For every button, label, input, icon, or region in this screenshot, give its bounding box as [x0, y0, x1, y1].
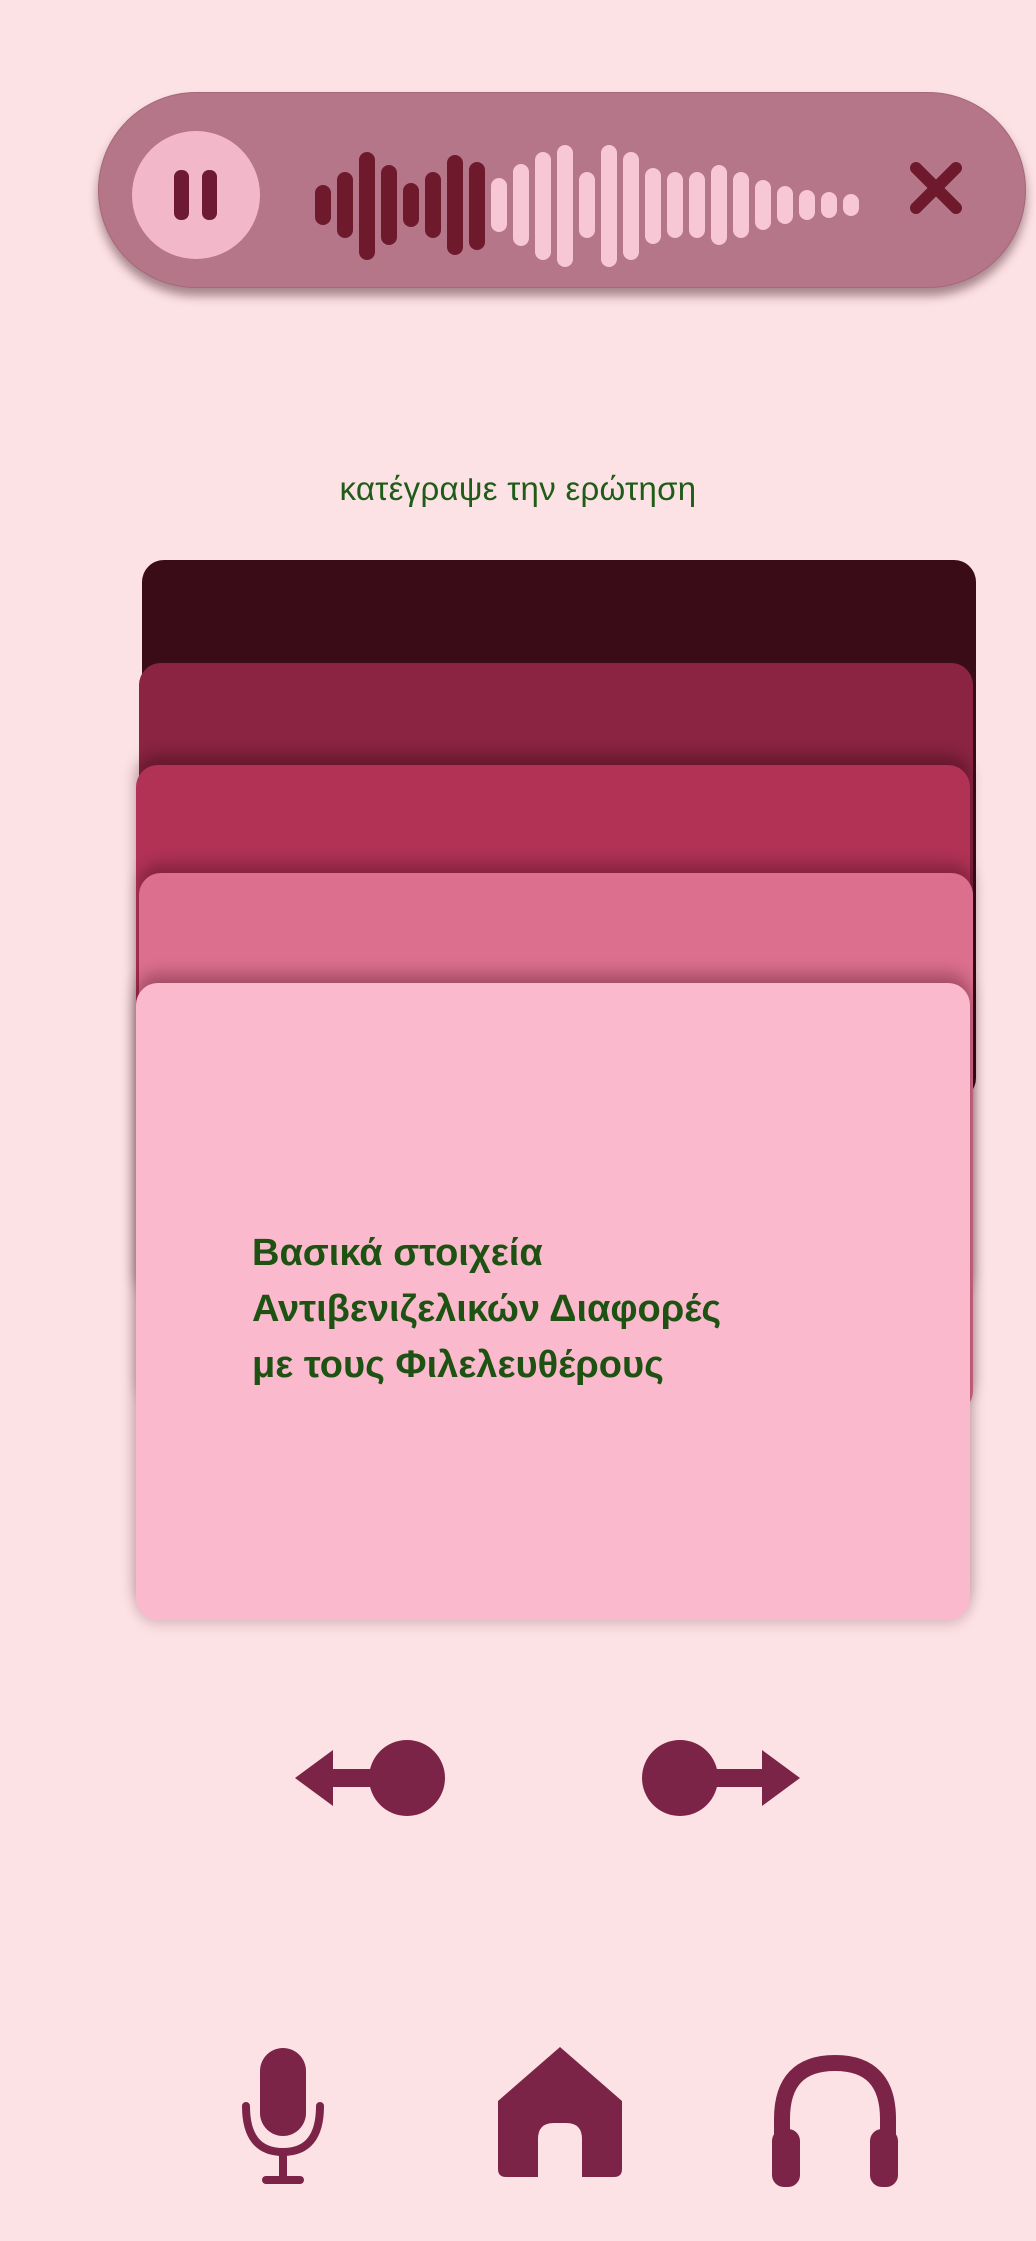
arrow-right-icon	[642, 1740, 800, 1816]
card-text-line: Αντιβενιζελικών Διαφορές	[252, 1288, 722, 1330]
pause-icon	[174, 170, 189, 220]
waveform-bar	[381, 165, 397, 245]
waveform-bar	[337, 172, 353, 238]
pause-button[interactable]	[132, 131, 260, 259]
waveform-bar	[711, 165, 727, 245]
waveform-bar	[425, 172, 441, 238]
close-button[interactable]	[906, 158, 966, 218]
microphone-button[interactable]	[240, 2048, 326, 2188]
waveform-bar	[821, 192, 837, 218]
pause-icon-bar	[202, 170, 217, 220]
waveform-bar	[491, 178, 507, 232]
waveform-bar	[667, 172, 683, 238]
waveform-bar	[447, 155, 463, 255]
previous-button[interactable]	[295, 1738, 455, 1818]
waveform-bar	[689, 172, 705, 238]
waveform-bar	[843, 194, 859, 216]
waveform-bar	[557, 145, 573, 267]
headphones-button[interactable]	[768, 2053, 902, 2189]
headphones-icon	[772, 2054, 898, 2187]
home-icon	[498, 2047, 622, 2177]
home-button[interactable]	[494, 2043, 626, 2179]
card-question-text: Βασικά στοιχεία Αντιβενιζελικών Διαφορές…	[252, 1225, 892, 1393]
next-button[interactable]	[640, 1738, 800, 1818]
waveform-bar	[579, 172, 595, 238]
waveform-bar	[315, 185, 331, 225]
close-icon	[910, 162, 962, 214]
waveform-bar	[359, 152, 375, 260]
waveform-bar	[799, 190, 815, 220]
microphone-icon	[242, 2048, 324, 2184]
prompt-label: κατέγραψε την ερώτηση	[339, 470, 697, 507]
waveform-bar	[535, 152, 551, 260]
waveform-bar	[403, 183, 419, 227]
card-text-line: με τους Φιλελευθέρους	[252, 1344, 664, 1386]
card-text-line: Βασικά στοιχεία	[252, 1232, 543, 1274]
waveform-bar	[733, 172, 749, 238]
arrow-left-icon	[295, 1740, 445, 1816]
waveform-bar	[601, 145, 617, 267]
waveform-bar	[777, 186, 793, 224]
waveform-bar	[469, 162, 485, 250]
waveform-bar	[513, 164, 529, 246]
waveform-bar	[623, 152, 639, 260]
waveform-bar	[755, 180, 771, 230]
waveform-bar	[645, 168, 661, 244]
